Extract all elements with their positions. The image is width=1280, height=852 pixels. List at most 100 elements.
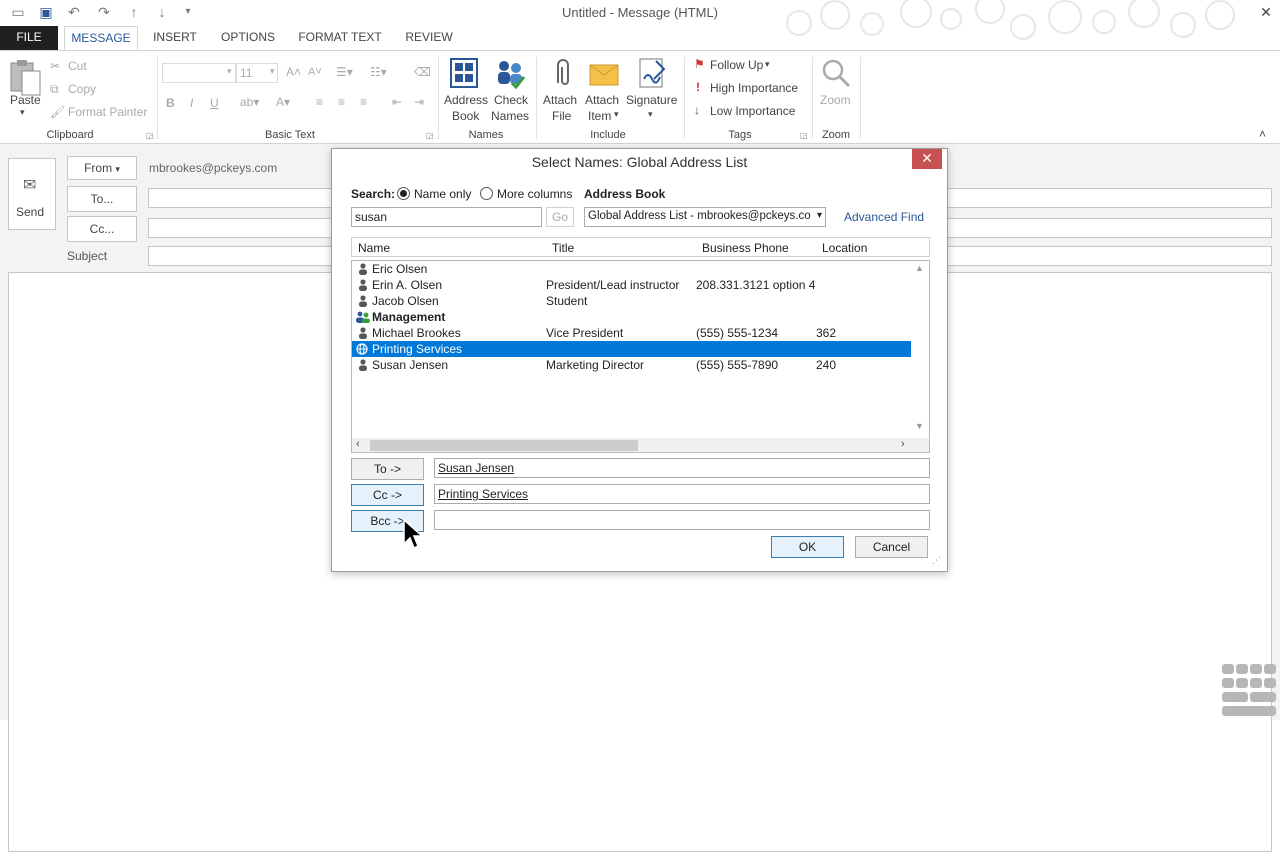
tab-message[interactable]: MESSAGE <box>64 26 138 51</box>
address-book-button-line2[interactable]: Book <box>452 109 479 123</box>
underline-icon[interactable]: U <box>210 96 219 110</box>
attach-item-button[interactable]: Attach <box>585 93 619 107</box>
attach-item-button-line2[interactable]: Item <box>588 109 611 123</box>
send-label: Send <box>16 205 45 219</box>
scroll-right-icon[interactable]: › <box>901 438 905 450</box>
tab-review[interactable]: REVIEW <box>398 26 460 50</box>
column-title[interactable]: Title <box>552 241 574 255</box>
more-columns-label[interactable]: More columns <box>497 187 572 201</box>
low-importance-button[interactable]: Low Importance <box>710 104 795 118</box>
row-name: Michael Brookes <box>372 326 461 340</box>
list-item[interactable]: Michael Brookes Vice President (555) 555… <box>352 325 911 341</box>
window-close-icon[interactable]: ✕ <box>1256 3 1276 21</box>
scroll-up-icon[interactable]: ▲ <box>915 263 924 273</box>
dialog-close-button[interactable]: ✕ <box>912 149 942 169</box>
zoom-button[interactable]: Zoom <box>820 93 851 107</box>
tab-format-text[interactable]: FORMAT TEXT <box>292 26 388 50</box>
ok-button[interactable]: OK <box>771 536 844 558</box>
cc-recipient-field[interactable]: Printing Services <box>434 484 930 504</box>
shrink-font-icon[interactable]: A˅ <box>308 66 322 78</box>
column-location[interactable]: Location <box>822 241 867 255</box>
align-left-icon[interactable]: ≡ <box>316 95 323 109</box>
italic-icon[interactable]: I <box>190 96 193 110</box>
highlight-icon[interactable]: ab▾ <box>240 95 259 109</box>
name-only-radio[interactable] <box>397 187 410 200</box>
format-painter-button[interactable]: Format Painter <box>68 105 147 119</box>
row-title: Marketing Director <box>546 358 645 372</box>
increase-indent-icon[interactable]: ⇥ <box>414 95 424 109</box>
tab-options[interactable]: OPTIONS <box>214 26 282 50</box>
cancel-button[interactable]: Cancel <box>855 536 928 558</box>
font-size-dropdown-icon[interactable]: ▾ <box>270 66 275 77</box>
address-book-dropdown-icon: ▾ <box>816 210 822 221</box>
paste-dropdown-icon[interactable]: ▾ <box>20 107 25 118</box>
horizontal-scrollbar[interactable]: ‹ › <box>352 438 929 452</box>
high-importance-button[interactable]: High Importance <box>710 81 798 95</box>
paste-button[interactable]: Paste <box>10 93 41 107</box>
cut-button[interactable]: Cut <box>68 59 87 73</box>
list-item-selected[interactable]: Printing Services <box>352 341 911 357</box>
follow-up-button[interactable]: Follow Up <box>710 58 763 72</box>
globe-icon <box>356 343 368 355</box>
advanced-find-link[interactable]: Advanced Find <box>844 210 924 224</box>
scroll-left-icon[interactable]: ‹ <box>356 438 360 450</box>
tab-file[interactable]: FILE <box>0 26 58 50</box>
row-name: Eric Olsen <box>372 262 428 276</box>
horizontal-scroll-thumb[interactable] <box>370 440 638 451</box>
person-icon <box>359 359 367 371</box>
touch-keyboard-icon[interactable] <box>1218 660 1280 720</box>
search-input[interactable]: susan <box>351 207 542 227</box>
check-names-button[interactable]: Check <box>494 93 528 107</box>
clipboard-launcher-icon[interactable]: ◲ <box>146 131 154 140</box>
address-book-button[interactable]: Address <box>444 93 488 107</box>
list-item[interactable]: Susan Jensen Marketing Director (555) 55… <box>352 357 911 373</box>
row-title: President/Lead instructor <box>546 278 680 292</box>
basic-text-launcher-icon[interactable]: ◲ <box>426 131 434 140</box>
numbering-icon[interactable]: ☷▾ <box>370 65 387 79</box>
attach-file-button-line2[interactable]: File <box>552 109 571 123</box>
clear-formatting-icon[interactable]: ⌫ <box>414 65 431 79</box>
scroll-down-icon[interactable]: ▼ <box>915 421 924 431</box>
mouse-cursor-icon <box>403 518 424 550</box>
bold-icon[interactable]: B <box>166 96 175 110</box>
cc-button[interactable]: Cc... <box>67 216 137 242</box>
column-business-phone[interactable]: Business Phone <box>702 241 789 255</box>
column-name[interactable]: Name <box>358 241 390 255</box>
list-item[interactable]: Erin A. Olsen President/Lead instructor … <box>352 277 911 293</box>
resize-grip-icon[interactable]: ⋰ <box>932 555 941 566</box>
check-names-icon <box>498 61 526 89</box>
font-size-value: 11 <box>240 66 253 80</box>
to-recipient-value: Susan Jensen <box>438 461 515 475</box>
more-columns-radio[interactable] <box>480 187 493 200</box>
attach-file-button[interactable]: Attach <box>543 93 577 107</box>
grow-font-icon[interactable]: A˄ <box>286 65 301 79</box>
font-name-combo[interactable] <box>162 63 236 83</box>
to-button[interactable]: To... <box>67 186 137 212</box>
align-right-icon[interactable]: ≡ <box>360 95 367 109</box>
copy-button[interactable]: Copy <box>68 82 96 96</box>
to-recipient-button[interactable]: To -> <box>351 458 424 480</box>
bullets-icon[interactable]: ☰▾ <box>336 65 353 79</box>
cc-recipient-button[interactable]: Cc -> <box>351 484 424 506</box>
collapse-ribbon-icon[interactable]: ˄ <box>1259 127 1266 141</box>
list-item[interactable]: Eric Olsen <box>352 261 911 277</box>
decrease-indent-icon[interactable]: ⇤ <box>392 95 402 109</box>
from-button[interactable]: From ▾ <box>67 156 137 180</box>
send-button[interactable]: ✉ Send <box>8 158 56 230</box>
list-item[interactable]: Management <box>352 309 911 325</box>
align-center-icon[interactable]: ≡ <box>338 95 345 109</box>
to-recipient-field[interactable]: Susan Jensen <box>434 458 930 478</box>
signature-button[interactable]: Signature <box>626 93 677 107</box>
bcc-recipient-field[interactable] <box>434 510 930 530</box>
address-book-select[interactable]: Global Address List - mbrookes@pckeys.co… <box>584 207 826 227</box>
follow-up-dropdown-icon[interactable]: ▾ <box>765 59 770 70</box>
attach-item-dropdown-icon[interactable]: ▾ <box>614 109 619 120</box>
name-only-label[interactable]: Name only <box>414 187 471 201</box>
font-color-icon[interactable]: A▾ <box>276 95 290 109</box>
go-button[interactable]: Go <box>546 207 574 227</box>
signature-dropdown-icon[interactable]: ▾ <box>648 109 653 120</box>
font-name-dropdown-icon[interactable]: ▾ <box>227 66 232 77</box>
tab-insert[interactable]: INSERT <box>146 26 204 50</box>
list-item[interactable]: Jacob Olsen Student <box>352 293 911 309</box>
check-names-button-line2[interactable]: Names <box>491 109 529 123</box>
